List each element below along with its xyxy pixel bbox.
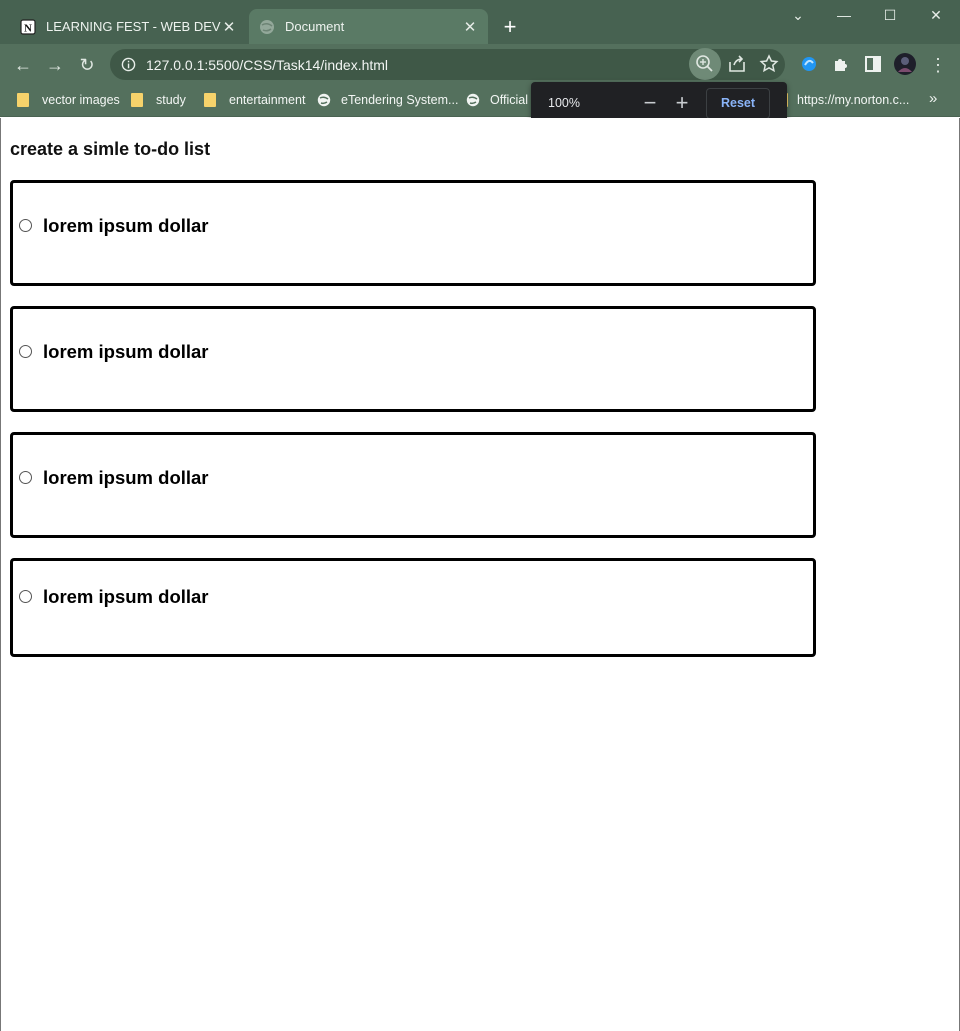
- todo-radio[interactable]: [19, 219, 32, 232]
- zoom-level: 100%: [548, 96, 580, 110]
- menu-kebab-icon[interactable]: ⋮: [925, 52, 951, 78]
- folder-icon: [204, 93, 216, 107]
- bookmark-etendering[interactable]: eTendering System...: [317, 90, 458, 110]
- back-button[interactable]: ←: [10, 52, 36, 78]
- bookmarks-bar: vector images study entertainment eTende…: [0, 84, 960, 116]
- tab-strip: N LEARNING FEST - WEB DEVELOPM ✕ Documen…: [0, 0, 960, 44]
- avatar[interactable]: [893, 52, 917, 76]
- todo-radio[interactable]: [19, 590, 32, 603]
- tab-learning-fest[interactable]: N LEARNING FEST - WEB DEVELOPM ✕: [10, 9, 247, 44]
- todo-label: lorem ipsum dollar: [43, 341, 209, 362]
- zoom-reset-button[interactable]: Reset: [706, 88, 770, 119]
- bookmark-norton[interactable]: https://my.norton.c...: [784, 90, 909, 110]
- browser-chrome: N LEARNING FEST - WEB DEVELOPM ✕ Documen…: [0, 0, 960, 117]
- todo-label: lorem ipsum dollar: [43, 586, 209, 607]
- tab-document[interactable]: Document ✕: [249, 9, 488, 44]
- page-content: create a simle to-do list lorem ipsum do…: [0, 118, 960, 1031]
- puzzle-icon[interactable]: [829, 52, 853, 76]
- info-icon[interactable]: [121, 57, 136, 72]
- url-text: 127.0.0.1:5500/CSS/Task14/index.html: [146, 56, 389, 73]
- toolbar: ← → ↻ 127.0.0.1:5500/CSS/Task14/index.ht…: [0, 44, 960, 84]
- todo-item: lorem ipsum dollar: [10, 432, 816, 538]
- todo-label: lorem ipsum dollar: [43, 215, 209, 236]
- tab-title: LEARNING FEST - WEB DEVELOPM: [46, 19, 221, 34]
- todo-radio[interactable]: [19, 345, 32, 358]
- todo-item: lorem ipsum dollar: [10, 180, 816, 286]
- tab-search-chevron-icon[interactable]: ⌄: [776, 4, 820, 26]
- globe-icon: [466, 93, 480, 107]
- bookmark-official[interactable]: Official: [466, 90, 528, 110]
- side-panel-icon[interactable]: [861, 52, 885, 76]
- chevron-right-icon[interactable]: »: [929, 90, 937, 107]
- globe-icon: [317, 93, 331, 107]
- folder-icon: [17, 93, 29, 107]
- tab-title: Document: [285, 19, 345, 34]
- star-icon[interactable]: [757, 52, 781, 76]
- address-bar[interactable]: 127.0.0.1:5500/CSS/Task14/index.html: [110, 49, 785, 80]
- close-window-button[interactable]: ✕: [914, 4, 958, 26]
- bookmark-study[interactable]: study: [131, 90, 186, 110]
- close-icon[interactable]: ✕: [221, 18, 237, 36]
- todo-radio[interactable]: [19, 471, 32, 484]
- extension-icon[interactable]: [797, 52, 821, 76]
- globe-icon: [260, 19, 274, 34]
- reload-button[interactable]: ↻: [74, 52, 100, 78]
- todo-label: lorem ipsum dollar: [43, 467, 209, 488]
- zoom-icon[interactable]: [689, 48, 721, 80]
- new-tab-button[interactable]: +: [497, 14, 523, 40]
- notion-icon: N: [20, 18, 36, 35]
- bookmark-vector-images[interactable]: vector images: [17, 90, 120, 110]
- todo-item: lorem ipsum dollar: [10, 558, 816, 657]
- minimize-button[interactable]: —: [822, 4, 866, 26]
- forward-button[interactable]: →: [42, 52, 68, 78]
- folder-icon: [131, 93, 143, 107]
- close-icon[interactable]: ✕: [462, 18, 478, 36]
- zoom-in-button[interactable]: +: [671, 90, 693, 116]
- page-title: create a simle to-do list: [10, 139, 211, 159]
- svg-text:N: N: [24, 22, 32, 34]
- maximize-button[interactable]: ☐: [868, 4, 912, 26]
- share-icon[interactable]: [725, 52, 749, 76]
- bookmark-entertainment[interactable]: entertainment: [204, 90, 305, 110]
- todo-item: lorem ipsum dollar: [10, 306, 816, 412]
- zoom-out-button[interactable]: −: [639, 90, 661, 116]
